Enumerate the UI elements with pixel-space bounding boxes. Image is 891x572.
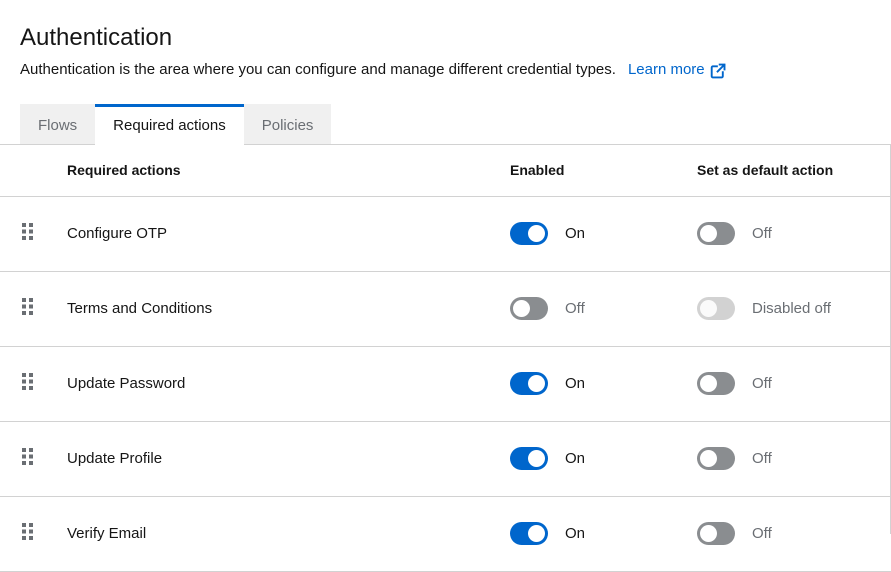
drag-cell	[0, 223, 67, 244]
tab-required-actions[interactable]: Required actions	[95, 104, 244, 145]
table-row: Update Password On Off	[0, 347, 891, 422]
enabled-cell: On	[510, 372, 697, 395]
toggle-knob	[528, 375, 545, 392]
table-body: Configure OTP On Off Terms a	[0, 197, 891, 572]
tab-required-actions-label: Required actions	[113, 117, 226, 134]
enabled-toggle-label: On	[565, 375, 585, 392]
set-default-cell: Off	[697, 447, 891, 470]
drag-cell	[0, 448, 67, 469]
toggle-knob	[528, 225, 545, 242]
page-subtitle: Authentication is the area where you can…	[20, 61, 871, 79]
required-action-name-cell: Update Profile	[67, 450, 510, 467]
toggle-knob	[700, 450, 717, 467]
table-row: Configure OTP On Off	[0, 197, 891, 272]
drag-handle-icon[interactable]	[22, 448, 33, 465]
set-default-cell: Off	[697, 222, 891, 245]
set-default-toggle-label: Disabled off	[752, 300, 831, 317]
tab-flows-label: Flows	[38, 117, 77, 134]
enabled-toggle[interactable]	[510, 222, 548, 245]
set-default-cell: Disabled off	[697, 297, 891, 320]
required-action-name-cell: Update Password	[67, 375, 510, 392]
set-default-toggle-label: Off	[752, 225, 772, 242]
enabled-toggle-label: Off	[565, 300, 585, 317]
toggle-knob	[528, 450, 545, 467]
table-row: Verify Email On Off	[0, 497, 891, 572]
set-default-toggle[interactable]	[697, 222, 735, 245]
drag-handle-icon[interactable]	[22, 223, 33, 240]
enabled-toggle-label: On	[565, 225, 585, 242]
drag-handle-icon[interactable]	[22, 523, 33, 540]
toggle-knob	[700, 225, 717, 242]
required-action-name: Update Password	[67, 375, 185, 392]
drag-cell	[0, 373, 67, 394]
required-action-name: Terms and Conditions	[67, 300, 212, 317]
tab-bar: Flows Required actions Policies	[0, 104, 891, 145]
enabled-cell: On	[510, 222, 697, 245]
table-row: Update Profile On Off	[0, 422, 891, 497]
drag-handle-icon[interactable]	[22, 298, 33, 315]
drag-cell	[0, 298, 67, 319]
enabled-toggle-label: On	[565, 450, 585, 467]
enabled-toggle[interactable]	[510, 372, 548, 395]
toggle-knob	[700, 375, 717, 392]
enabled-cell: Off	[510, 297, 697, 320]
page-title: Authentication	[20, 24, 871, 53]
set-default-toggle[interactable]	[697, 447, 735, 470]
required-action-name-cell: Configure OTP	[67, 225, 510, 242]
column-header-enabled: Enabled	[510, 162, 697, 178]
set-default-toggle[interactable]	[697, 372, 735, 395]
column-header-set-default: Set as default action	[697, 162, 891, 178]
learn-more-label: Learn more	[628, 61, 705, 79]
set-default-cell: Off	[697, 372, 891, 395]
required-action-name: Update Profile	[67, 450, 162, 467]
tab-policies-label: Policies	[262, 117, 314, 134]
required-action-name: Configure OTP	[67, 225, 167, 242]
enabled-toggle[interactable]	[510, 447, 548, 470]
required-action-name-cell: Terms and Conditions	[67, 300, 510, 317]
page-subtitle-text: Authentication is the area where you can…	[20, 61, 616, 78]
toggle-knob	[513, 300, 530, 317]
set-default-toggle-label: Off	[752, 375, 772, 392]
table-header-row: Required actions Enabled Set as default …	[0, 145, 891, 197]
drag-handle-icon[interactable]	[22, 373, 33, 390]
page-header: Authentication Authentication is the are…	[0, 0, 891, 79]
toggle-knob	[700, 300, 717, 317]
column-header-required-actions: Required actions	[67, 162, 510, 178]
tab-policies[interactable]: Policies	[244, 104, 332, 145]
learn-more-link[interactable]: Learn more	[628, 61, 726, 79]
required-actions-table: Required actions Enabled Set as default …	[0, 145, 891, 572]
set-default-toggle-label: Off	[752, 450, 772, 467]
enabled-cell: On	[510, 447, 697, 470]
set-default-toggle[interactable]	[697, 297, 735, 320]
tab-flows[interactable]: Flows	[20, 104, 95, 145]
external-link-icon	[710, 63, 726, 79]
enabled-toggle[interactable]	[510, 297, 548, 320]
table-row: Terms and Conditions Off Disabled off	[0, 272, 891, 347]
